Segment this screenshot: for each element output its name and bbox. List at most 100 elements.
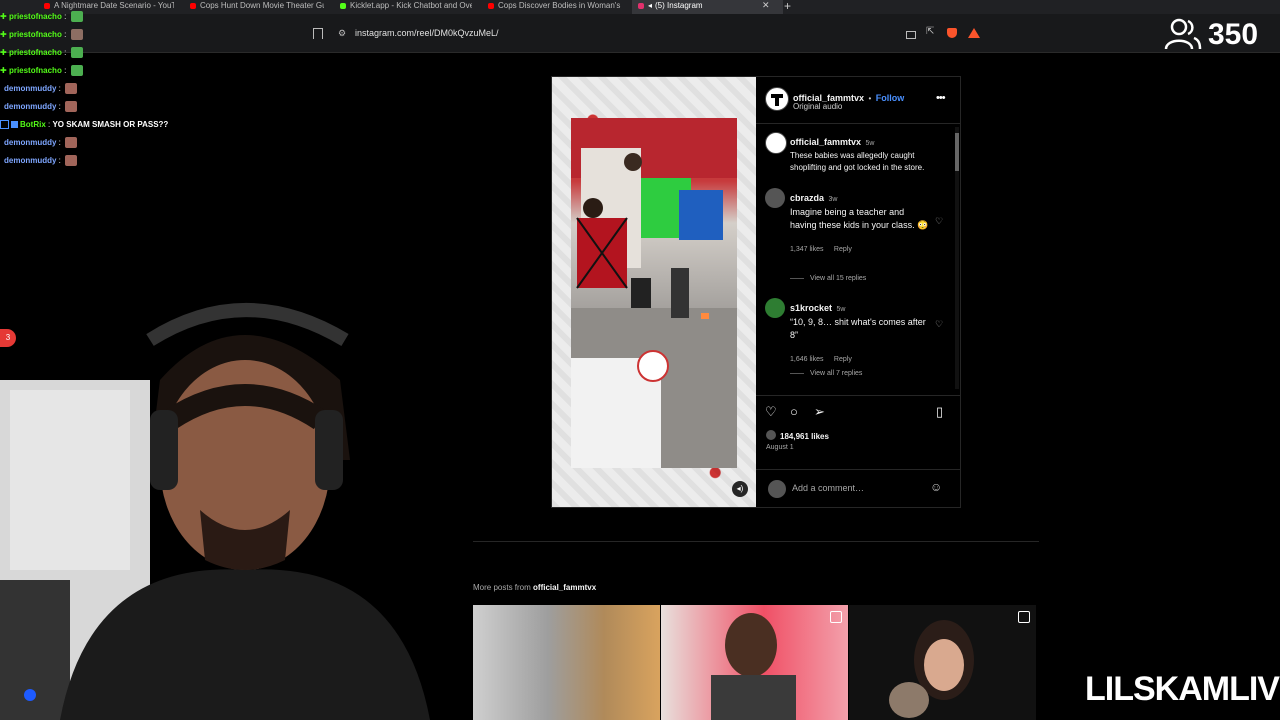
follow-button[interactable]: Follow xyxy=(876,93,905,103)
comment-item: s1krocket 5w “10, 9, 8… shit what's come… xyxy=(790,298,930,366)
reply-button[interactable]: Reply xyxy=(834,246,852,253)
reel-icon xyxy=(830,611,842,623)
view-replies-button[interactable]: View all 7 replies xyxy=(790,370,862,377)
post-date[interactable]: August 1 xyxy=(766,444,794,451)
author-avatar[interactable] xyxy=(765,87,789,111)
chat-username: BotRix xyxy=(20,120,46,129)
cast-icon[interactable] xyxy=(906,31,916,39)
chat-emote-icon xyxy=(70,11,83,23)
post-thumbnail[interactable] xyxy=(661,605,848,720)
section-divider xyxy=(473,541,1039,542)
site-info-icon[interactable]: ⚙ xyxy=(338,28,346,39)
tab-youtube-3[interactable]: Cops Discover Bodies in Woman's Trunk xyxy=(488,0,622,14)
reply-button[interactable]: Reply xyxy=(834,356,852,363)
audio-label[interactable]: Original audio xyxy=(793,102,842,111)
reel-media[interactable]: ◂) xyxy=(552,77,756,507)
like-comment-icon[interactable]: ♡ xyxy=(935,319,943,330)
brave-shield-icon[interactable] xyxy=(947,28,957,38)
comment-icon[interactable]: ○ xyxy=(790,404,798,419)
add-comment-input[interactable]: Add a comment… xyxy=(792,483,864,493)
share-icon[interactable]: ➢ xyxy=(814,404,825,420)
post-thumbnail[interactable] xyxy=(473,605,660,720)
chat-emote-icon xyxy=(70,29,83,41)
chat-message: ✚ priestofnacho : xyxy=(0,26,200,44)
reel-photo-art xyxy=(571,118,737,468)
tab-label: Cops Hunt Down Movie Theater Gunman xyxy=(200,1,324,10)
chat-emote-icon xyxy=(65,101,78,113)
tab-label: Kicklet.app - Kick Chatbot and Overlay xyxy=(350,1,472,10)
comment-likes[interactable]: 1,347 likes xyxy=(790,246,823,253)
caption-avatar[interactable] xyxy=(765,132,787,154)
scrollbar-thumb[interactable] xyxy=(955,133,959,171)
chat-emote-icon xyxy=(65,137,78,149)
comment-text: “10, 9, 8… shit what's comes after 8” xyxy=(790,317,926,340)
bookmark-icon[interactable] xyxy=(313,28,323,39)
chat-message: demonmuddy : xyxy=(0,152,200,170)
chat-message: ✚ priestofnacho : xyxy=(0,44,200,62)
fammtvx-logo-icon xyxy=(771,94,783,106)
viewers-icon xyxy=(1164,18,1202,50)
address-bar[interactable]: instagram.com/reel/DM0kQvzuMeL/ xyxy=(355,28,499,38)
chat-emote-icon xyxy=(65,155,78,167)
chat-message: ✚ priestofnacho : xyxy=(0,8,200,26)
close-tab-icon[interactable]: ✕ xyxy=(762,0,770,11)
comments-list: official_fammtvx 5w These babies was all… xyxy=(756,124,960,392)
thumbnail-person-art xyxy=(711,613,796,720)
commenter-avatar[interactable] xyxy=(765,188,785,208)
commenter-avatar[interactable] xyxy=(765,298,785,318)
tab-label: (5) Instagram xyxy=(655,1,703,10)
chat-username: demonmuddy xyxy=(4,84,57,93)
reel-icon xyxy=(1018,611,1030,623)
chat-username: priestofnacho xyxy=(8,48,62,57)
emoji-icon[interactable]: ☺ xyxy=(930,480,942,494)
chat-text: YO SKAM SMASH OR PASS?? xyxy=(52,120,169,129)
caption-text: These babies was allegedly caught shopli… xyxy=(790,151,925,172)
comments-scrollbar[interactable] xyxy=(955,127,959,389)
brave-rewards-icon[interactable] xyxy=(968,28,980,38)
liked-by-avatar xyxy=(766,430,776,440)
current-user-avatar xyxy=(768,480,786,498)
mute-icon[interactable]: ◂) xyxy=(732,481,748,497)
share-icon[interactable]: ⇱ xyxy=(926,26,936,37)
chat-badge-icon: ✚ xyxy=(0,30,9,39)
chat-badge-icon: ✚ xyxy=(0,48,9,57)
like-icon[interactable]: ♡ xyxy=(765,404,777,420)
comment-age: 3w xyxy=(828,196,838,203)
chat-message: BotRix : YO SKAM SMASH OR PASS?? xyxy=(0,116,200,134)
comment-likes[interactable]: 1,646 likes xyxy=(790,356,823,363)
save-icon[interactable]: ▯ xyxy=(936,404,943,420)
viewer-count: 350 xyxy=(1208,18,1259,51)
chat-message: demonmuddy : xyxy=(0,80,200,98)
post-thumbnail[interactable] xyxy=(849,605,1036,720)
tab-label: Cops Discover Bodies in Woman's Trunk xyxy=(498,1,622,10)
chat-emote-icon xyxy=(70,47,83,59)
post-header: official_fammtvx • Follow Original audio… xyxy=(756,77,960,124)
comment-username[interactable]: cbrazda xyxy=(790,193,824,203)
bot-badge-icon xyxy=(0,120,9,130)
likes-count[interactable]: 184,961 likes xyxy=(780,432,829,441)
tab-kicklet[interactable]: Kicklet.app - Kick Chatbot and Overlay xyxy=(340,0,472,14)
chat-username: demonmuddy xyxy=(4,156,57,165)
chat-username: priestofnacho xyxy=(8,66,62,75)
comment-username[interactable]: s1krocket xyxy=(790,303,832,313)
youtube-icon xyxy=(488,2,494,9)
chat-message: ✚ priestofnacho : xyxy=(0,62,200,80)
more-options-icon[interactable]: ••• xyxy=(936,92,946,104)
caption-username[interactable]: official_fammtvx xyxy=(790,137,861,147)
separator-dot: • xyxy=(868,94,872,103)
like-comment-icon[interactable]: ♡ xyxy=(935,216,943,227)
chat-emote-icon xyxy=(70,65,83,77)
reel-video[interactable] xyxy=(571,118,737,468)
view-replies-button[interactable]: View all 15 replies xyxy=(790,275,866,282)
post-sidebar: official_fammtvx • Follow Original audio… xyxy=(756,77,960,507)
new-tab-icon[interactable]: + xyxy=(784,0,791,13)
chat-badge-icon: ✚ xyxy=(0,12,9,21)
streamer-watermark: LILSKAMLIVE xyxy=(1085,670,1280,708)
more-posts-username[interactable]: official_fammtvx xyxy=(533,583,596,592)
instagram-post: ◂) official_fammtvx • Follow Original au… xyxy=(551,76,961,508)
tab-youtube-2[interactable]: Cops Hunt Down Movie Theater Gunman xyxy=(190,0,324,14)
streamer-webcam xyxy=(0,300,470,720)
chat-badge-icon: ✚ xyxy=(0,66,9,75)
chat-message: demonmuddy : xyxy=(0,134,200,152)
tab-instagram[interactable]: ◂ (5) Instagram xyxy=(632,0,783,14)
